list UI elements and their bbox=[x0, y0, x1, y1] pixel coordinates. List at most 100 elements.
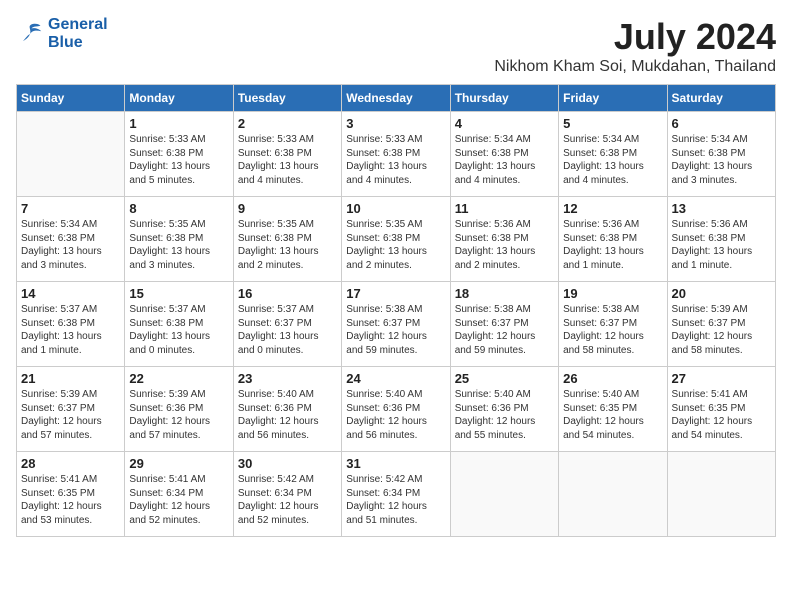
calendar-cell: 11Sunrise: 5:36 AMSunset: 6:38 PMDayligh… bbox=[450, 197, 558, 282]
day-number: 30 bbox=[238, 456, 337, 471]
calendar-cell: 17 Sunrise: 5:38 AMSunset: 6:37 PMDayligh… bbox=[342, 282, 450, 367]
calendar-cell: 6Sunrise: 5:34 AMSunset: 6:38 PMDaylight… bbox=[667, 112, 775, 197]
calendar-cell: 5Sunrise: 5:34 AMSunset: 6:38 PMDaylight… bbox=[559, 112, 667, 197]
calendar-cell: 12 Sunrise: 5:36 AMSunset: 6:38 PMDayligh… bbox=[559, 197, 667, 282]
calendar-header-monday: Monday bbox=[125, 85, 233, 112]
calendar-header-saturday: Saturday bbox=[667, 85, 775, 112]
day-number: 18 bbox=[455, 286, 554, 301]
main-title: July 2024 bbox=[494, 16, 776, 58]
day-info: Sunrise: 5:34 AMSunset: 6:38 PMDaylight:… bbox=[672, 133, 771, 187]
calendar-week-2: 7 Sunrise: 5:34 AMSunset: 6:38 PMDaylight… bbox=[17, 197, 776, 282]
day-info: Sunrise: 5:34 AMSunset: 6:38 PMDaylight:… bbox=[455, 133, 554, 187]
day-number: 23 bbox=[238, 371, 337, 386]
calendar-cell bbox=[559, 452, 667, 537]
day-info: Sunrise: 5:40 AMSunset: 6:36 PMDaylight:… bbox=[346, 388, 445, 442]
calendar-cell bbox=[667, 452, 775, 537]
day-info: Sunrise: 5:37 AMSunset: 6:37 PMDaylight:… bbox=[238, 303, 337, 357]
day-number: 14 bbox=[21, 286, 120, 301]
day-number: 9 bbox=[238, 201, 337, 216]
calendar-cell: 27 Sunrise: 5:41 AMSunset: 6:35 PMDayligh… bbox=[667, 367, 775, 452]
day-number: 21 bbox=[21, 371, 120, 386]
calendar-cell: 26Sunrise: 5:40 AMSunset: 6:35 PMDayligh… bbox=[559, 367, 667, 452]
calendar-cell: 14 Sunrise: 5:37 AMSunset: 6:38 PMDayligh… bbox=[17, 282, 125, 367]
subtitle: Nikhom Kham Soi, Mukdahan, Thailand bbox=[494, 58, 776, 76]
calendar-cell: 2Sunrise: 5:33 AMSunset: 6:38 PMDaylight… bbox=[233, 112, 341, 197]
calendar-cell: 1 Sunrise: 5:33 AMSunset: 6:38 PMDaylight… bbox=[125, 112, 233, 197]
calendar-week-4: 21 Sunrise: 5:39 AMSunset: 6:37 PMDayligh… bbox=[17, 367, 776, 452]
day-number: 13 bbox=[672, 201, 771, 216]
day-number: 1 bbox=[129, 116, 228, 131]
title-section: July 2024 Nikhom Kham Soi, Mukdahan, Tha… bbox=[494, 16, 776, 76]
day-info: Sunrise: 5:40 AMSunset: 6:36 PMDaylight:… bbox=[455, 388, 554, 442]
calendar-cell: 3 Sunrise: 5:33 AMSunset: 6:38 PMDaylight… bbox=[342, 112, 450, 197]
calendar-cell: 15 Sunrise: 5:37 AMSunset: 6:38 PMDayligh… bbox=[125, 282, 233, 367]
day-info: Sunrise: 5:36 AMSunset: 6:38 PMDaylight:… bbox=[563, 218, 662, 272]
calendar-header-sunday: Sunday bbox=[17, 85, 125, 112]
day-info: Sunrise: 5:39 AMSunset: 6:37 PMDaylight:… bbox=[21, 388, 120, 442]
calendar-cell: 20 Sunrise: 5:39 AMSunset: 6:37 PMDayligh… bbox=[667, 282, 775, 367]
day-info: Sunrise: 5:41 AMSunset: 6:34 PMDaylight:… bbox=[129, 473, 228, 527]
day-info: Sunrise: 5:38 AMSunset: 6:37 PMDaylight:… bbox=[346, 303, 445, 357]
calendar-cell: 18 Sunrise: 5:38 AMSunset: 6:37 PMDayligh… bbox=[450, 282, 558, 367]
day-info: Sunrise: 5:33 AMSunset: 6:38 PMDaylight:… bbox=[129, 133, 228, 187]
logo: General Blue bbox=[16, 16, 108, 51]
day-number: 17 bbox=[346, 286, 445, 301]
day-number: 22 bbox=[129, 371, 228, 386]
day-info: Sunrise: 5:35 AMSunset: 6:38 PMDaylight:… bbox=[346, 218, 445, 272]
day-number: 10 bbox=[346, 201, 445, 216]
day-number: 20 bbox=[672, 286, 771, 301]
day-number: 8 bbox=[129, 201, 228, 216]
calendar-header-thursday: Thursday bbox=[450, 85, 558, 112]
calendar-cell: 16 Sunrise: 5:37 AMSunset: 6:37 PMDayligh… bbox=[233, 282, 341, 367]
day-number: 25 bbox=[455, 371, 554, 386]
calendar-cell: 21 Sunrise: 5:39 AMSunset: 6:37 PMDayligh… bbox=[17, 367, 125, 452]
day-info: Sunrise: 5:39 AMSunset: 6:37 PMDaylight:… bbox=[672, 303, 771, 357]
day-info: Sunrise: 5:38 AMSunset: 6:37 PMDaylight:… bbox=[455, 303, 554, 357]
day-number: 19 bbox=[563, 286, 662, 301]
calendar-cell: 24 Sunrise: 5:40 AMSunset: 6:36 PMDayligh… bbox=[342, 367, 450, 452]
day-number: 7 bbox=[21, 201, 120, 216]
day-info: Sunrise: 5:34 AMSunset: 6:38 PMDaylight:… bbox=[21, 218, 120, 272]
day-info: Sunrise: 5:37 AMSunset: 6:38 PMDaylight:… bbox=[129, 303, 228, 357]
calendar-cell: 19 Sunrise: 5:38 AMSunset: 6:37 PMDayligh… bbox=[559, 282, 667, 367]
day-info: Sunrise: 5:40 AMSunset: 6:36 PMDaylight:… bbox=[238, 388, 337, 442]
day-number: 31 bbox=[346, 456, 445, 471]
day-info: Sunrise: 5:35 AMSunset: 6:38 PMDaylight:… bbox=[129, 218, 228, 272]
day-info: Sunrise: 5:37 AMSunset: 6:38 PMDaylight:… bbox=[21, 303, 120, 357]
calendar-week-3: 14 Sunrise: 5:37 AMSunset: 6:38 PMDayligh… bbox=[17, 282, 776, 367]
day-info: Sunrise: 5:42 AMSunset: 6:34 PMDaylight:… bbox=[238, 473, 337, 527]
day-number: 27 bbox=[672, 371, 771, 386]
day-number: 12 bbox=[563, 201, 662, 216]
day-info: Sunrise: 5:39 AMSunset: 6:36 PMDaylight:… bbox=[129, 388, 228, 442]
day-info: Sunrise: 5:36 AMSunset: 6:38 PMDaylight:… bbox=[672, 218, 771, 272]
page-header: General Blue July 2024 Nikhom Kham Soi, … bbox=[16, 16, 776, 76]
calendar-cell: 30 Sunrise: 5:42 AMSunset: 6:34 PMDayligh… bbox=[233, 452, 341, 537]
calendar-header-friday: Friday bbox=[559, 85, 667, 112]
calendar-cell: 13 Sunrise: 5:36 AMSunset: 6:38 PMDayligh… bbox=[667, 197, 775, 282]
calendar-cell: 25 Sunrise: 5:40 AMSunset: 6:36 PMDayligh… bbox=[450, 367, 558, 452]
calendar-table: SundayMondayTuesdayWednesdayThursdayFrid… bbox=[16, 84, 776, 537]
day-number: 16 bbox=[238, 286, 337, 301]
logo-icon bbox=[16, 20, 44, 48]
day-info: Sunrise: 5:42 AMSunset: 6:34 PMDaylight:… bbox=[346, 473, 445, 527]
day-info: Sunrise: 5:33 AMSunset: 6:38 PMDaylight:… bbox=[346, 133, 445, 187]
day-number: 28 bbox=[21, 456, 120, 471]
calendar-cell: 9Sunrise: 5:35 AMSunset: 6:38 PMDaylight… bbox=[233, 197, 341, 282]
day-info: Sunrise: 5:38 AMSunset: 6:37 PMDaylight:… bbox=[563, 303, 662, 357]
day-number: 4 bbox=[455, 116, 554, 131]
day-info: Sunrise: 5:41 AMSunset: 6:35 PMDaylight:… bbox=[672, 388, 771, 442]
day-info: Sunrise: 5:33 AMSunset: 6:38 PMDaylight:… bbox=[238, 133, 337, 187]
calendar-cell: 29 Sunrise: 5:41 AMSunset: 6:34 PMDayligh… bbox=[125, 452, 233, 537]
calendar-header-row: SundayMondayTuesdayWednesdayThursdayFrid… bbox=[17, 85, 776, 112]
logo-text: General Blue bbox=[48, 16, 108, 51]
calendar-cell: 10 Sunrise: 5:35 AMSunset: 6:38 PMDayligh… bbox=[342, 197, 450, 282]
day-info: Sunrise: 5:41 AMSunset: 6:35 PMDaylight:… bbox=[21, 473, 120, 527]
calendar-week-5: 28 Sunrise: 5:41 AMSunset: 6:35 PMDayligh… bbox=[17, 452, 776, 537]
calendar-cell: 8 Sunrise: 5:35 AMSunset: 6:38 PMDaylight… bbox=[125, 197, 233, 282]
day-number: 15 bbox=[129, 286, 228, 301]
day-info: Sunrise: 5:36 AMSunset: 6:38 PMDaylight:… bbox=[455, 218, 554, 272]
day-number: 3 bbox=[346, 116, 445, 131]
day-number: 24 bbox=[346, 371, 445, 386]
day-info: Sunrise: 5:40 AMSunset: 6:35 PMDaylight:… bbox=[563, 388, 662, 442]
day-number: 29 bbox=[129, 456, 228, 471]
